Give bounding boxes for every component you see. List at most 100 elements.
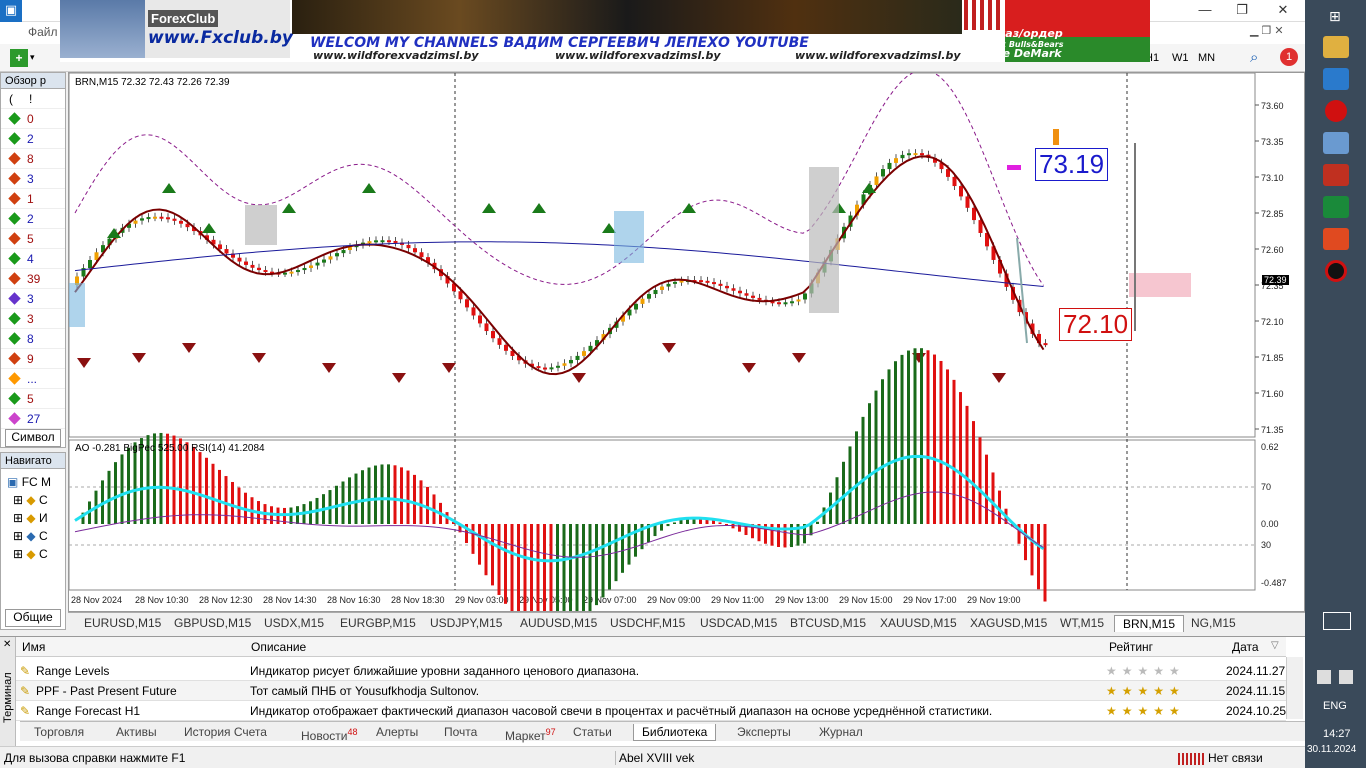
- volume-icon[interactable]: [1339, 670, 1353, 684]
- market-watch-row[interactable]: 2: [1, 129, 65, 149]
- symbol-tab[interactable]: BTCUSD,M15: [782, 615, 874, 632]
- market-watch-row[interactable]: 27: [1, 409, 65, 429]
- nav-item[interactable]: ⊞ ◆ С: [13, 529, 48, 543]
- close-icon[interactable]: ✕: [3, 639, 11, 650]
- signal-arrow-icon: [742, 363, 756, 373]
- excel-icon[interactable]: [1323, 196, 1349, 218]
- market-watch-row[interactable]: 4: [1, 249, 65, 269]
- minimize-button[interactable]: —: [1185, 0, 1225, 22]
- col-name[interactable]: Имя: [22, 640, 45, 654]
- paint-icon[interactable]: [1323, 132, 1349, 154]
- ad-banner[interactable]: ForexClub www.Fxclub.by WELCOM MY CHANNE…: [60, 0, 1150, 62]
- clock-date[interactable]: 30.11.2024: [1307, 744, 1356, 755]
- market-watch-row[interactable]: 5: [1, 229, 65, 249]
- nav-item[interactable]: ⊞ ◆ И: [13, 511, 48, 525]
- symbol-tab[interactable]: USDCAD,M15: [692, 615, 785, 632]
- market-watch-row[interactable]: 3: [1, 169, 65, 189]
- ao-bar: [887, 369, 891, 524]
- sort-icon[interactable]: ▽: [1271, 640, 1279, 651]
- market-watch-row[interactable]: 2: [1, 209, 65, 229]
- market-watch-row[interactable]: 39: [1, 269, 65, 289]
- candle: [289, 271, 294, 274]
- symbol-tab[interactable]: NG,M15: [1183, 615, 1244, 632]
- record-icon[interactable]: [1325, 260, 1347, 282]
- menu-file[interactable]: Файл: [28, 25, 58, 39]
- col-rating[interactable]: Рейтинг: [1109, 640, 1153, 654]
- level-high-label: 73.19: [1035, 148, 1109, 181]
- symbol-tab[interactable]: GBPUSD,M15: [166, 615, 259, 632]
- library-row[interactable]: ✎ Range Levels Индикатор рисует ближайшие …: [16, 661, 1286, 681]
- maximize-button[interactable]: ❐: [1222, 0, 1262, 22]
- keyboard-icon[interactable]: [1323, 612, 1351, 630]
- ao-bar: [621, 524, 624, 573]
- market-watch-row[interactable]: 8: [1, 329, 65, 349]
- media-icon[interactable]: [1323, 164, 1349, 186]
- nav-item[interactable]: ⊞ ◆ С: [13, 493, 48, 507]
- library-row[interactable]: ✎ Range Forecast H1 Индикатор отображает ф…: [16, 701, 1286, 721]
- tf-w1[interactable]: W1: [1172, 52, 1189, 64]
- market-watch-row[interactable]: 0: [1, 109, 65, 129]
- ao-bar: [634, 524, 637, 557]
- file-explorer-icon[interactable]: [1323, 36, 1349, 58]
- symbol-tab[interactable]: WT,M15: [1052, 615, 1112, 632]
- mdi-controls[interactable]: ▁ ❐ ✕: [1250, 24, 1284, 37]
- mt4-icon[interactable]: [1323, 228, 1349, 250]
- terminal-tab[interactable]: Статьи: [565, 724, 620, 740]
- col-date[interactable]: Дата: [1232, 640, 1259, 654]
- nav-root[interactable]: ▣ FC M: [7, 475, 51, 489]
- nav-item[interactable]: ⊞ ◆ С: [13, 547, 48, 561]
- market-watch-row[interactable]: 9: [1, 349, 65, 369]
- terminal-tab[interactable]: Журнал: [811, 724, 871, 740]
- ao-bar: [491, 524, 494, 586]
- opera-icon[interactable]: [1325, 100, 1347, 122]
- chart-window[interactable]: 73.60 73.35 73.10 72.85 72.60 72.35 72.10 71.85…: [68, 72, 1305, 612]
- symbol-tab[interactable]: EURUSD,M15: [76, 615, 169, 632]
- market-watch-row[interactable]: 5: [1, 389, 65, 409]
- symbol-tab[interactable]: BRN,M15: [1114, 615, 1185, 632]
- dropdown-icon[interactable]: ▾: [30, 52, 35, 63]
- terminal-tab[interactable]: Маркет97: [497, 724, 564, 744]
- language-indicator[interactable]: ENG: [1323, 700, 1347, 712]
- windows-start-icon[interactable]: ⊞: [1329, 8, 1341, 25]
- terminal-tab[interactable]: Алерты: [368, 724, 426, 740]
- tab-symbols[interactable]: Символ: [5, 429, 61, 447]
- col-desc[interactable]: Описание: [251, 640, 306, 654]
- terminal-tab[interactable]: Активы: [108, 724, 165, 740]
- network-icon[interactable]: [1317, 670, 1331, 684]
- symbol-tab[interactable]: USDX,M15: [256, 615, 332, 632]
- symbol-tab[interactable]: XAGUSD,M15: [962, 615, 1055, 632]
- library-row[interactable]: ✎ PPF - Past Present Future Тот самый ПНБ …: [16, 681, 1286, 701]
- terminal-tab[interactable]: Почта: [436, 724, 485, 740]
- tf-mn[interactable]: MN: [1198, 52, 1215, 64]
- symbol-tab[interactable]: AUDUSD,M15: [512, 615, 605, 632]
- candle: [504, 344, 508, 351]
- alert-badge[interactable]: 1: [1280, 48, 1298, 66]
- price-chart[interactable]: 73.6073.3573.1072.8572.6072.3572.1071.85…: [69, 73, 1304, 611]
- market-watch-row[interactable]: ...: [1, 369, 65, 389]
- scrollbar[interactable]: [1286, 657, 1303, 719]
- symbol-tab[interactable]: XAUUSD,M15: [872, 615, 965, 632]
- terminal-tab[interactable]: Эксперты: [729, 724, 799, 740]
- terminal-tab[interactable]: История Счета: [176, 724, 275, 740]
- market-watch-row[interactable]: 1: [1, 189, 65, 209]
- market-watch-value: 3: [27, 172, 34, 186]
- market-watch-row[interactable]: 8: [1, 149, 65, 169]
- clock-time[interactable]: 14:27: [1323, 728, 1351, 740]
- symbol-tab[interactable]: USDJPY,M15: [422, 615, 510, 632]
- terminal-tab[interactable]: Библиотека: [633, 724, 717, 741]
- market-watch-row[interactable]: 3: [1, 289, 65, 309]
- symbol-tab[interactable]: EURGBP,M15: [332, 615, 424, 632]
- tab-common[interactable]: Общие: [5, 609, 61, 627]
- terminal-tab[interactable]: Торговля: [26, 724, 92, 740]
- terminal-tab[interactable]: Новости48: [293, 724, 365, 744]
- market-watch-row[interactable]: 3: [1, 309, 65, 329]
- ao-bar: [868, 403, 871, 524]
- candle: [413, 248, 417, 253]
- close-button[interactable]: ✕: [1263, 0, 1303, 22]
- market-watch-value: 2: [27, 212, 34, 226]
- new-order-icon[interactable]: +: [10, 49, 28, 67]
- app-icon[interactable]: [1323, 68, 1349, 90]
- search-icon[interactable]: ⌕: [1250, 49, 1258, 66]
- candle: [88, 259, 92, 269]
- symbol-tab[interactable]: USDCHF,M15: [602, 615, 693, 632]
